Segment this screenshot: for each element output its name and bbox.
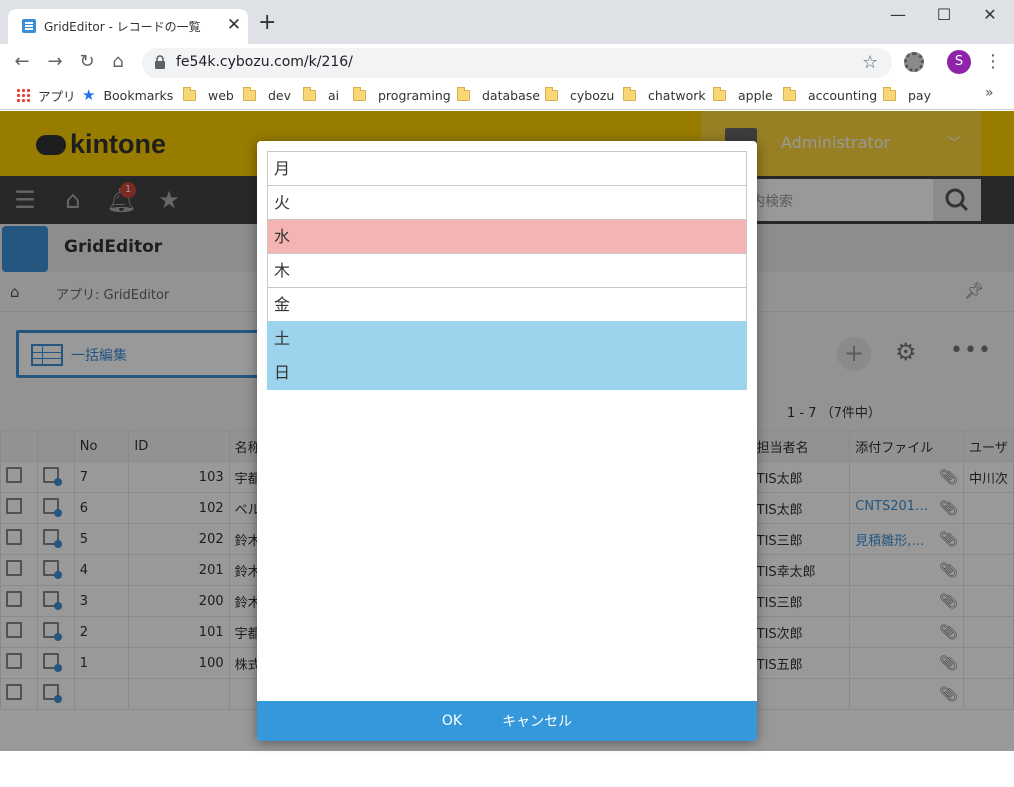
day-list: 月火水木金土日 [267,151,747,390]
extension-icon[interactable] [904,52,924,72]
app-favicon-icon [22,19,36,33]
profile-avatar[interactable]: S [947,50,971,74]
day-option[interactable]: 木 [267,253,747,288]
day-option[interactable]: 土 [267,321,747,356]
tab-title: GridEditor - レコードの一覧 [44,20,201,34]
minimize-button[interactable]: — [875,0,921,30]
bookmark-label: accounting [808,87,878,103]
browser-tab[interactable]: GridEditor - レコードの一覧 ✕ [8,9,248,44]
bookmark-bookmarks[interactable]: ★ Bookmarks [82,86,173,104]
maximize-button[interactable]: ☐ [921,0,967,30]
bookmark-folder-web[interactable]: web [183,86,234,104]
bookmarks-bar: アプリ ★ Bookmarks web dev ai programing da… [0,80,1014,110]
home-icon[interactable]: ⌂ [106,50,130,74]
forward-icon[interactable]: → [43,50,67,74]
star-icon: ★ [82,86,96,104]
bookmark-folder-dev[interactable]: dev [243,86,291,104]
folder-icon [883,86,896,101]
day-select-dialog: 月火水木金土日 OK キャンセル [257,141,757,741]
folder-icon [353,86,366,101]
window-close-button[interactable]: ✕ [967,0,1013,30]
dialog-footer: OK キャンセル [257,701,757,741]
bookmark-star-icon[interactable]: ☆ [862,52,878,73]
tab-close-icon[interactable]: ✕ [224,15,244,35]
new-tab-button[interactable]: + [258,12,276,34]
address-bar[interactable]: fe54k.cybozu.com/k/216/ ☆ [142,48,892,78]
lock-icon [155,55,165,69]
browser-toolbar: ← → ↻ ⌂ fe54k.cybozu.com/k/216/ ☆ S ⋮ [0,44,1014,80]
ok-button[interactable]: OK [442,713,462,729]
day-option[interactable]: 月 [267,151,747,186]
day-option[interactable]: 火 [267,185,747,220]
bookmark-folder-apple[interactable]: apple [713,86,773,104]
bookmark-folder-ai[interactable]: ai [303,86,339,104]
folder-icon [183,86,196,101]
bookmark-label: アプリ [38,88,76,104]
folder-icon [623,86,636,101]
bookmark-label: Bookmarks [103,87,174,103]
bookmark-label: database [482,87,540,103]
bookmark-label: ai [328,87,340,103]
bookmark-folder-database[interactable]: database [457,86,540,104]
apps-grid-icon [16,88,30,102]
bookmark-apps[interactable]: アプリ [16,86,76,104]
bookmark-label: chatwork [648,87,706,103]
bookmark-label: web [208,87,234,103]
url-text: fe54k.cybozu.com/k/216/ [176,54,353,70]
folder-icon [783,86,796,101]
day-option[interactable]: 金 [267,287,747,322]
browser-titlebar: GridEditor - レコードの一覧 ✕ + — ☐ ✕ [0,0,1014,44]
browser-menu-icon[interactable]: ⋮ [984,50,1002,74]
bookmark-label: cybozu [570,87,615,103]
folder-icon [457,86,470,101]
bookmark-folder-chatwork[interactable]: chatwork [623,86,706,104]
bookmark-label: pay [908,87,931,103]
bookmark-folder-pay[interactable]: pay [883,86,931,104]
folder-icon [243,86,256,101]
bookmark-label: apple [738,87,773,103]
day-option[interactable]: 日 [267,355,747,390]
day-option[interactable]: 水 [267,219,747,254]
folder-icon [303,86,316,101]
bookmarks-more-icon[interactable]: » [985,85,994,101]
bookmark-label: programing [378,87,451,103]
folder-icon [713,86,726,101]
back-icon[interactable]: ← [10,50,34,74]
bookmark-folder-accounting[interactable]: accounting [783,86,877,104]
folder-icon [545,86,558,101]
bookmark-folder-cybozu[interactable]: cybozu [545,86,614,104]
bookmark-folder-programing[interactable]: programing [353,86,451,104]
cancel-button[interactable]: キャンセル [502,711,572,731]
bookmark-label: dev [268,87,292,103]
reload-icon[interactable]: ↻ [75,50,99,74]
